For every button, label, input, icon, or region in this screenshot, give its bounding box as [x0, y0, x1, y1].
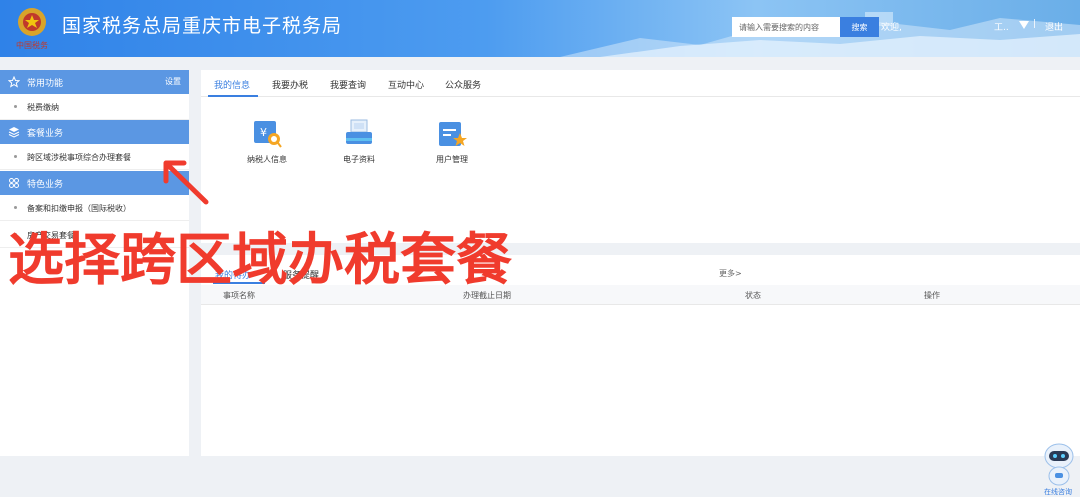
annotation-arrow-icon — [163, 160, 209, 205]
active-tab-indicator — [208, 95, 258, 97]
electronic-docs-icon — [346, 119, 372, 144]
grid-icon — [9, 178, 19, 188]
tile-label: 电子资料 — [343, 155, 375, 164]
bullet-icon — [14, 155, 17, 158]
tile-user-management[interactable]: 用户管理 — [408, 118, 488, 178]
site-title: 国家税务总局重庆市电子税务局 — [62, 15, 343, 37]
my-info-panel: 我的信息 我要办税 我要查询 互动中心 公众服务 ¥ 纳税人信息 电子资料 用户… — [201, 70, 1080, 243]
annotation-text: 选择跨区域办税套餐 — [8, 228, 512, 293]
tab-interaction[interactable]: 互动中心 — [388, 78, 424, 91]
header-banner: 中国税务 国家税务总局重庆市电子税务局 搜索 欢迎, 工.. | 退出 — [0, 0, 1080, 57]
main-tabs: 我的信息 我要办税 我要查询 互动中心 公众服务 — [201, 70, 1080, 97]
chevron-down-icon[interactable] — [1019, 21, 1029, 29]
column-header: 操作 — [924, 291, 940, 300]
tile-label: 纳税人信息 — [247, 155, 287, 164]
bullet-icon — [14, 105, 17, 108]
sidebar-section-title: 套餐业务 — [27, 129, 64, 139]
column-header: 状态 — [745, 291, 761, 300]
sidebar-section-common[interactable]: 常用功能 设置 — [0, 70, 189, 94]
svg-text:¥: ¥ — [260, 126, 267, 139]
user-name[interactable]: 工.. — [994, 20, 1009, 33]
emblem-text: 中国税务 — [16, 40, 48, 50]
sidebar-section-title: 特色业务 — [27, 180, 64, 190]
tab-public-service[interactable]: 公众服务 — [445, 78, 481, 91]
sidebar-item-label: 税费缴纳 — [27, 103, 59, 112]
sidebar-item-label: 备案和扣缴申报（国际税收） — [27, 204, 131, 213]
tab-query[interactable]: 我要查询 — [330, 78, 366, 91]
tax-emblem-logo: 中国税务 — [16, 8, 48, 50]
sidebar-item-label: 跨区域涉税事项综合办理套餐 — [27, 153, 131, 162]
welcome-text: 欢迎, — [881, 23, 902, 33]
bullet-icon — [14, 206, 17, 209]
search-button[interactable]: 搜索 — [840, 17, 879, 37]
sidebar-section-packages[interactable]: 套餐业务 — [0, 120, 189, 144]
tile-taxpayer-info[interactable]: ¥ 纳税人信息 — [223, 118, 303, 178]
sidebar-section-title: 常用功能 — [27, 79, 64, 89]
header-separator: | — [1033, 19, 1037, 29]
star-icon — [8, 76, 20, 88]
logout-link[interactable]: 退出 — [1045, 20, 1063, 33]
user-management-icon — [439, 122, 467, 146]
search-input[interactable] — [732, 17, 840, 37]
taxpayer-info-icon: ¥ — [254, 121, 282, 148]
tile-electronic-docs[interactable]: 电子资料 — [315, 118, 395, 178]
more-link[interactable]: 更多> — [719, 268, 742, 279]
settings-link[interactable]: 设置 — [165, 76, 181, 87]
layers-icon — [8, 127, 20, 138]
tab-tax-handling[interactable]: 我要办税 — [272, 78, 308, 91]
tab-my-info[interactable]: 我的信息 — [214, 78, 250, 91]
assistant-label[interactable]: 在线咨询 — [1044, 487, 1072, 497]
sidebar-item-tax-payment[interactable]: 税费缴纳 — [0, 94, 189, 120]
tile-label: 用户管理 — [436, 155, 468, 164]
